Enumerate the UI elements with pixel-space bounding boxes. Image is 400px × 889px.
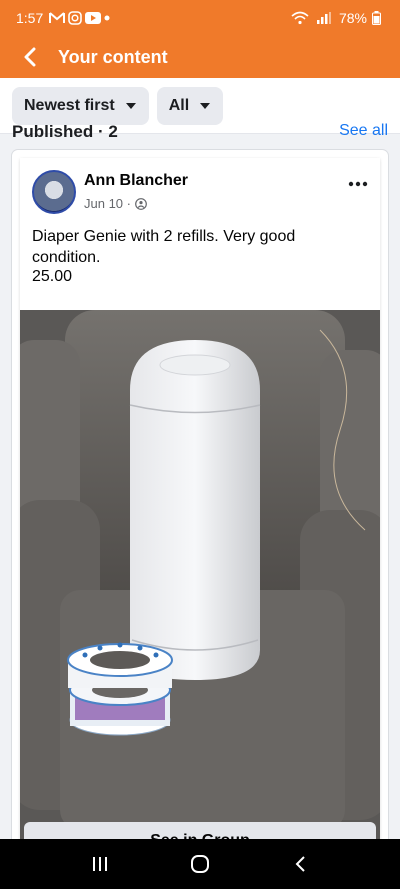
back-arrow-icon — [24, 47, 36, 67]
back-button[interactable] — [14, 41, 46, 73]
status-time: 1:57 — [16, 10, 44, 26]
content-scroll[interactable]: Ann Blancher Jun 10 · Diaper Genie with … — [0, 134, 400, 839]
battery-icon — [372, 11, 381, 25]
post-photo[interactable] — [20, 310, 380, 839]
back-chevron-icon — [295, 856, 305, 872]
back-nav-button[interactable] — [280, 844, 320, 884]
status-bar: 1:57 78% — [0, 0, 400, 36]
post-card: Ann Blancher Jun 10 · Diaper Genie with … — [12, 150, 388, 839]
gmail-icon — [49, 12, 66, 24]
more-options-button[interactable] — [346, 174, 370, 194]
sort-label: Newest first — [24, 96, 115, 114]
diaper-genie-photo — [20, 310, 380, 839]
wifi-icon — [291, 11, 309, 25]
signal-icon — [316, 12, 331, 24]
home-icon — [191, 855, 209, 873]
caret-down-icon — [125, 102, 137, 110]
recent-apps-button[interactable] — [80, 844, 120, 884]
type-dropdown[interactable]: All — [156, 86, 224, 125]
post-text: Diaper Genie with 2 refills. Very good c… — [32, 228, 296, 266]
dot-icon — [104, 15, 110, 21]
battery-percent: 78% — [338, 10, 367, 26]
recent-apps-icon — [93, 857, 107, 871]
post-date[interactable]: Jun 10 · — [84, 196, 131, 211]
caret-down-icon — [199, 102, 211, 110]
sort-dropdown[interactable]: Newest first — [12, 86, 149, 125]
post-content: Ann Blancher Jun 10 · Diaper Genie with … — [20, 158, 380, 839]
post-price: 25.00 — [32, 268, 73, 285]
type-label: All — [168, 96, 190, 114]
page-title: Your content — [58, 46, 168, 67]
app-header: Your content — [0, 36, 400, 78]
avatar[interactable] — [32, 170, 76, 214]
instagram-icon — [68, 11, 83, 25]
system-nav-bar — [0, 839, 400, 889]
post-author[interactable]: Ann Blancher — [84, 172, 188, 190]
post-meta: Jun 10 · — [84, 196, 147, 211]
app-topbar: 1:57 78% Your content — [0, 0, 400, 78]
youtube-icon — [85, 12, 102, 24]
more-dots-icon — [348, 181, 368, 187]
home-button[interactable] — [180, 844, 220, 884]
group-privacy-icon — [135, 197, 147, 210]
